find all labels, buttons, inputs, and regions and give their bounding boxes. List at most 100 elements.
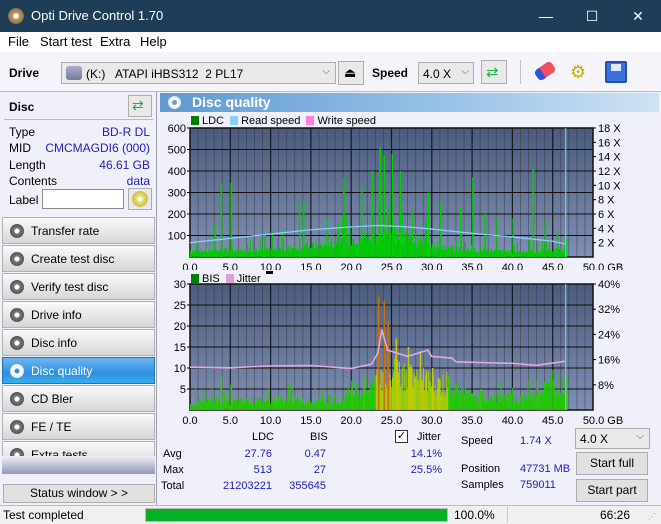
bis-bar [479,395,481,410]
bis-bar [225,398,227,410]
ldc-peak [391,153,394,257]
chevron-down-icon: ⌵ [322,66,330,77]
ldc-bar [514,246,516,257]
bis-bar [399,386,401,410]
ldc-bar [519,251,521,257]
status-window-button[interactable]: Status window > > [3,484,155,503]
ldc-bar [333,246,335,257]
speed-select[interactable]: 4.0 X ⌵ [418,62,474,84]
bis-bar [454,389,456,410]
nav-verify-test-disc[interactable]: Verify test disc [2,273,155,300]
nav-transfer-rate[interactable]: Transfer rate [2,217,155,244]
nav-cd-bler[interactable]: CD Bler [2,385,155,412]
ldc-bar [480,247,482,257]
bis-bar [209,403,211,410]
disc-mid-label: MID [9,141,31,155]
menu-start-test[interactable]: Start test [40,34,92,49]
title-bar: Opti Drive Control 1.70 — ☐ ✕ [0,0,661,32]
y2-tick-label: 14 X [598,152,621,164]
jitter-checkbox[interactable]: ✓ [395,430,408,443]
bis-bar [248,398,250,410]
bis-bar [284,399,286,410]
disc-refresh-button[interactable]: ⇄ [128,95,152,117]
max-label: Max [163,464,184,476]
ldc-bar [511,242,513,257]
bis-bar [265,399,267,410]
ldc-bar [455,250,457,257]
nav-create-test-disc[interactable]: Create test disc [2,245,155,272]
ldc-bar [514,252,516,257]
x-tick-label: 10.0 [260,262,281,270]
bis-bar [517,403,519,410]
position-label: Position [461,463,501,475]
ldc-bar [422,244,424,257]
settings-button[interactable]: ⚙ [568,60,592,84]
bis-bar [249,403,251,410]
bis-bar [337,396,339,410]
maximize-button[interactable]: ☐ [569,0,615,32]
ldc-bar [382,232,384,257]
drive-select[interactable]: (K:) ATAPI iHBS312 2 PL17 ⌵ [61,62,336,84]
ldc-bar [438,246,440,257]
nav-disc-info[interactable]: Disc info [2,329,155,356]
bis-bar [239,398,241,410]
disc-label-button[interactable] [128,188,152,210]
ldc-bar [297,249,299,257]
nav-disc-quality[interactable]: Disc quality [2,357,155,384]
bis-bar [222,404,224,410]
bis-bar [376,369,378,410]
x-tick-label: 45.0 [542,415,563,426]
ldc-bar [354,244,356,257]
bis-bar [235,398,237,410]
ldc-bar [201,250,203,257]
ldc-bar [211,250,213,257]
close-button[interactable]: ✕ [615,0,661,32]
ldc-bar [481,251,483,257]
bis-bar [250,397,252,410]
bis-bar [493,393,495,410]
ldc-bar [268,249,270,257]
erase-button[interactable] [533,60,557,83]
bis-bar [556,398,558,410]
bis-bar [416,369,418,410]
bis-peak [220,376,223,410]
bis-bar [446,372,448,410]
ldc-bar [313,247,315,257]
menu-file[interactable]: File [8,34,29,49]
x-tick-label: 25.0 [381,415,402,426]
ldc-bar [482,250,484,257]
start-part-button[interactable]: Start part [576,479,648,502]
nav-drive-info[interactable]: Drive info [2,301,155,328]
start-full-button[interactable]: Start full [576,452,648,475]
speed-value: 1.74 X [520,435,552,447]
ldc-bar [448,245,450,257]
menu-extra[interactable]: Extra [100,34,130,49]
minimize-button[interactable]: — [523,0,569,32]
ldc-bar [396,230,398,257]
bis-bar [442,374,444,410]
ldc-bar [311,242,313,257]
refresh-button[interactable]: ⇄ [481,60,507,84]
bis-bar [334,394,336,410]
ldc-bar [457,251,459,257]
save-button[interactable] [605,61,627,83]
y2-tick-label: 40% [598,279,620,291]
nav-fe-te[interactable]: FE / TE [2,413,155,440]
ldc-bar [367,236,369,257]
menu-help[interactable]: Help [140,34,167,49]
ldc-bar [247,243,249,257]
disc-label-input[interactable] [42,189,124,209]
floppy-icon [611,64,621,71]
bis-bar [190,404,191,410]
ldc-bar [543,249,545,257]
bis-bar [214,400,216,410]
eject-button[interactable]: ⏏ [338,61,364,85]
y-tick-label: 100 [168,231,186,243]
ldc-bar [285,249,287,257]
ldc-bar [331,229,333,257]
resize-grip-icon[interactable]: ⋰ [648,512,656,521]
bis-bar [299,397,301,410]
bis-bar [390,380,392,410]
ldc-peak [532,168,535,257]
test-speed-select[interactable]: 4.0 X ⌵ [575,428,650,449]
